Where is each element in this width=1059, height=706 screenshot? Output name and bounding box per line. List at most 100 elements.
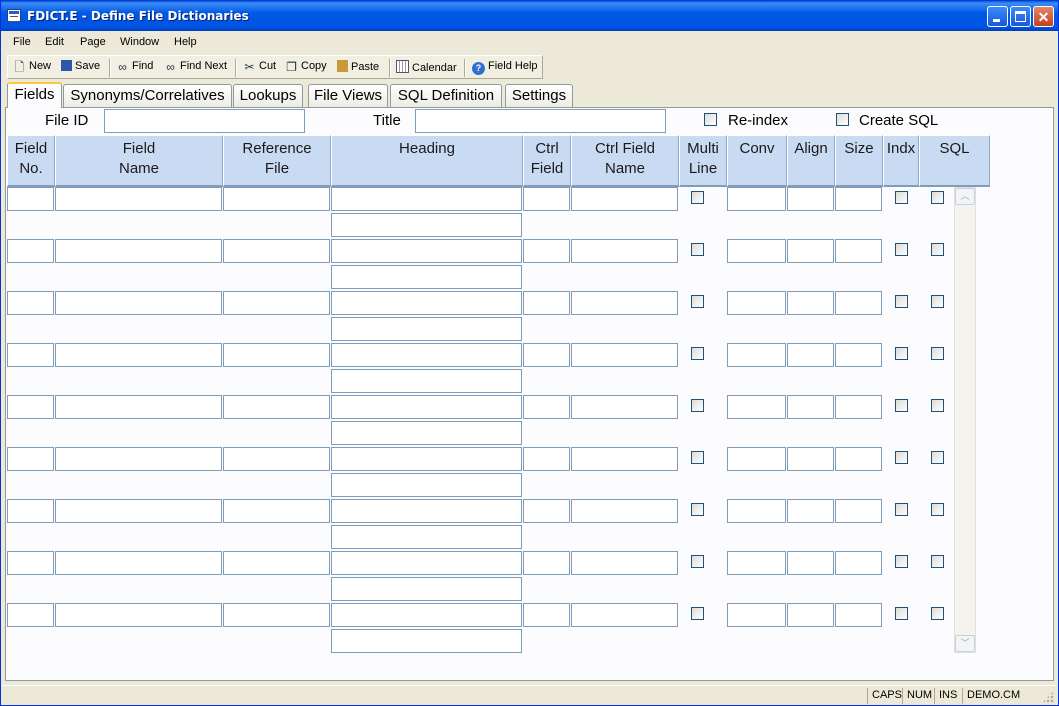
cell-size[interactable] bbox=[835, 291, 882, 315]
checkbox-sql[interactable] bbox=[931, 295, 944, 308]
cell-conv[interactable] bbox=[727, 447, 786, 471]
cell-heading[interactable] bbox=[331, 603, 522, 627]
checkbox-sql[interactable] bbox=[931, 191, 944, 204]
cell-heading-line-2[interactable] bbox=[331, 629, 522, 653]
copy-button[interactable]: ❐ Copy bbox=[285, 60, 327, 76]
checkbox-sql[interactable] bbox=[931, 451, 944, 464]
cell-heading-line-2[interactable] bbox=[331, 473, 522, 497]
cell-align[interactable] bbox=[787, 499, 834, 523]
cell-conv[interactable] bbox=[727, 187, 786, 211]
checkbox-multi-line[interactable] bbox=[691, 607, 704, 620]
cell-size[interactable] bbox=[835, 187, 882, 211]
cell-heading[interactable] bbox=[331, 343, 522, 367]
cell-size[interactable] bbox=[835, 395, 882, 419]
checkbox-multi-line[interactable] bbox=[691, 295, 704, 308]
cut-button[interactable]: ✂ Cut bbox=[243, 60, 276, 76]
cell-field-no[interactable] bbox=[7, 499, 54, 523]
cell-reference-file[interactable] bbox=[223, 291, 330, 315]
cell-heading-line-2[interactable] bbox=[331, 265, 522, 289]
cell-heading-line-2[interactable] bbox=[331, 213, 522, 237]
cell-conv[interactable] bbox=[727, 551, 786, 575]
cell-heading[interactable] bbox=[331, 551, 522, 575]
cell-align[interactable] bbox=[787, 343, 834, 367]
cell-heading-line-2[interactable] bbox=[331, 525, 522, 549]
cell-ctrl-field-name[interactable] bbox=[571, 447, 678, 471]
checkbox-multi-line[interactable] bbox=[691, 399, 704, 412]
cell-heading[interactable] bbox=[331, 291, 522, 315]
cell-ctrl-field[interactable] bbox=[523, 603, 570, 627]
reindex-checkbox[interactable] bbox=[704, 113, 717, 126]
tab-sql-definition[interactable]: SQL Definition bbox=[390, 84, 502, 107]
checkbox-multi-line[interactable] bbox=[691, 555, 704, 568]
cell-reference-file[interactable] bbox=[223, 343, 330, 367]
checkbox-multi-line[interactable] bbox=[691, 191, 704, 204]
cell-ctrl-field-name[interactable] bbox=[571, 499, 678, 523]
cell-heading[interactable] bbox=[331, 187, 522, 211]
cell-size[interactable] bbox=[835, 499, 882, 523]
cell-heading-line-2[interactable] bbox=[331, 317, 522, 341]
checkbox-multi-line[interactable] bbox=[691, 503, 704, 516]
checkbox-sql[interactable] bbox=[931, 347, 944, 360]
new-button[interactable]: 🗋 New bbox=[13, 60, 51, 76]
checkbox-indx[interactable] bbox=[895, 191, 908, 204]
checkbox-sql[interactable] bbox=[931, 243, 944, 256]
cell-ctrl-field[interactable] bbox=[523, 239, 570, 263]
close-button[interactable]: ✕ bbox=[1033, 6, 1054, 27]
cell-align[interactable] bbox=[787, 551, 834, 575]
cell-size[interactable] bbox=[835, 551, 882, 575]
cell-field-no[interactable] bbox=[7, 239, 54, 263]
cell-field-name[interactable] bbox=[55, 603, 222, 627]
minimize-button[interactable] bbox=[987, 6, 1008, 27]
cell-size[interactable] bbox=[835, 343, 882, 367]
checkbox-indx[interactable] bbox=[895, 503, 908, 516]
cell-heading-line-2[interactable] bbox=[331, 369, 522, 393]
maximize-button[interactable] bbox=[1010, 6, 1031, 27]
cell-conv[interactable] bbox=[727, 499, 786, 523]
title-input[interactable] bbox=[415, 109, 666, 133]
cell-heading[interactable] bbox=[331, 499, 522, 523]
save-button[interactable]: Save bbox=[61, 60, 100, 76]
cell-conv[interactable] bbox=[727, 291, 786, 315]
find-button[interactable]: ∞ Find bbox=[116, 60, 153, 76]
cell-heading[interactable] bbox=[331, 239, 522, 263]
cell-ctrl-field-name[interactable] bbox=[571, 239, 678, 263]
tab-lookups[interactable]: Lookups bbox=[233, 84, 303, 107]
cell-reference-file[interactable] bbox=[223, 447, 330, 471]
tab-settings[interactable]: Settings bbox=[505, 84, 573, 107]
cell-align[interactable] bbox=[787, 187, 834, 211]
tab-synonyms-correlatives[interactable]: Synonyms/Correlatives bbox=[63, 84, 232, 107]
cell-size[interactable] bbox=[835, 447, 882, 471]
cell-field-no[interactable] bbox=[7, 551, 54, 575]
cell-align[interactable] bbox=[787, 603, 834, 627]
calendar-button[interactable]: Calendar bbox=[396, 60, 457, 76]
cell-field-name[interactable] bbox=[55, 187, 222, 211]
checkbox-indx[interactable] bbox=[895, 347, 908, 360]
cell-size[interactable] bbox=[835, 603, 882, 627]
checkbox-multi-line[interactable] bbox=[691, 451, 704, 464]
menu-edit[interactable]: Edit bbox=[45, 36, 64, 48]
checkbox-indx[interactable] bbox=[895, 399, 908, 412]
checkbox-indx[interactable] bbox=[895, 243, 908, 256]
cell-conv[interactable] bbox=[727, 343, 786, 367]
cell-size[interactable] bbox=[835, 239, 882, 263]
file-id-input[interactable] bbox=[104, 109, 305, 133]
paste-button[interactable]: Paste bbox=[337, 60, 379, 76]
field-help-button[interactable]: ? Field Help bbox=[472, 60, 538, 76]
cell-field-no[interactable] bbox=[7, 603, 54, 627]
cell-ctrl-field[interactable] bbox=[523, 187, 570, 211]
cell-ctrl-field-name[interactable] bbox=[571, 187, 678, 211]
cell-ctrl-field-name[interactable] bbox=[571, 343, 678, 367]
menu-page[interactable]: Page bbox=[80, 36, 106, 48]
cell-align[interactable] bbox=[787, 291, 834, 315]
cell-reference-file[interactable] bbox=[223, 395, 330, 419]
cell-ctrl-field-name[interactable] bbox=[571, 551, 678, 575]
checkbox-indx[interactable] bbox=[895, 451, 908, 464]
title-bar[interactable]: FDICT.E - Define File Dictionaries ✕ bbox=[1, 1, 1058, 31]
cell-ctrl-field[interactable] bbox=[523, 291, 570, 315]
checkbox-sql[interactable] bbox=[931, 399, 944, 412]
cell-ctrl-field-name[interactable] bbox=[571, 603, 678, 627]
cell-align[interactable] bbox=[787, 239, 834, 263]
menu-file[interactable]: File bbox=[13, 36, 31, 48]
cell-reference-file[interactable] bbox=[223, 187, 330, 211]
cell-field-no[interactable] bbox=[7, 187, 54, 211]
